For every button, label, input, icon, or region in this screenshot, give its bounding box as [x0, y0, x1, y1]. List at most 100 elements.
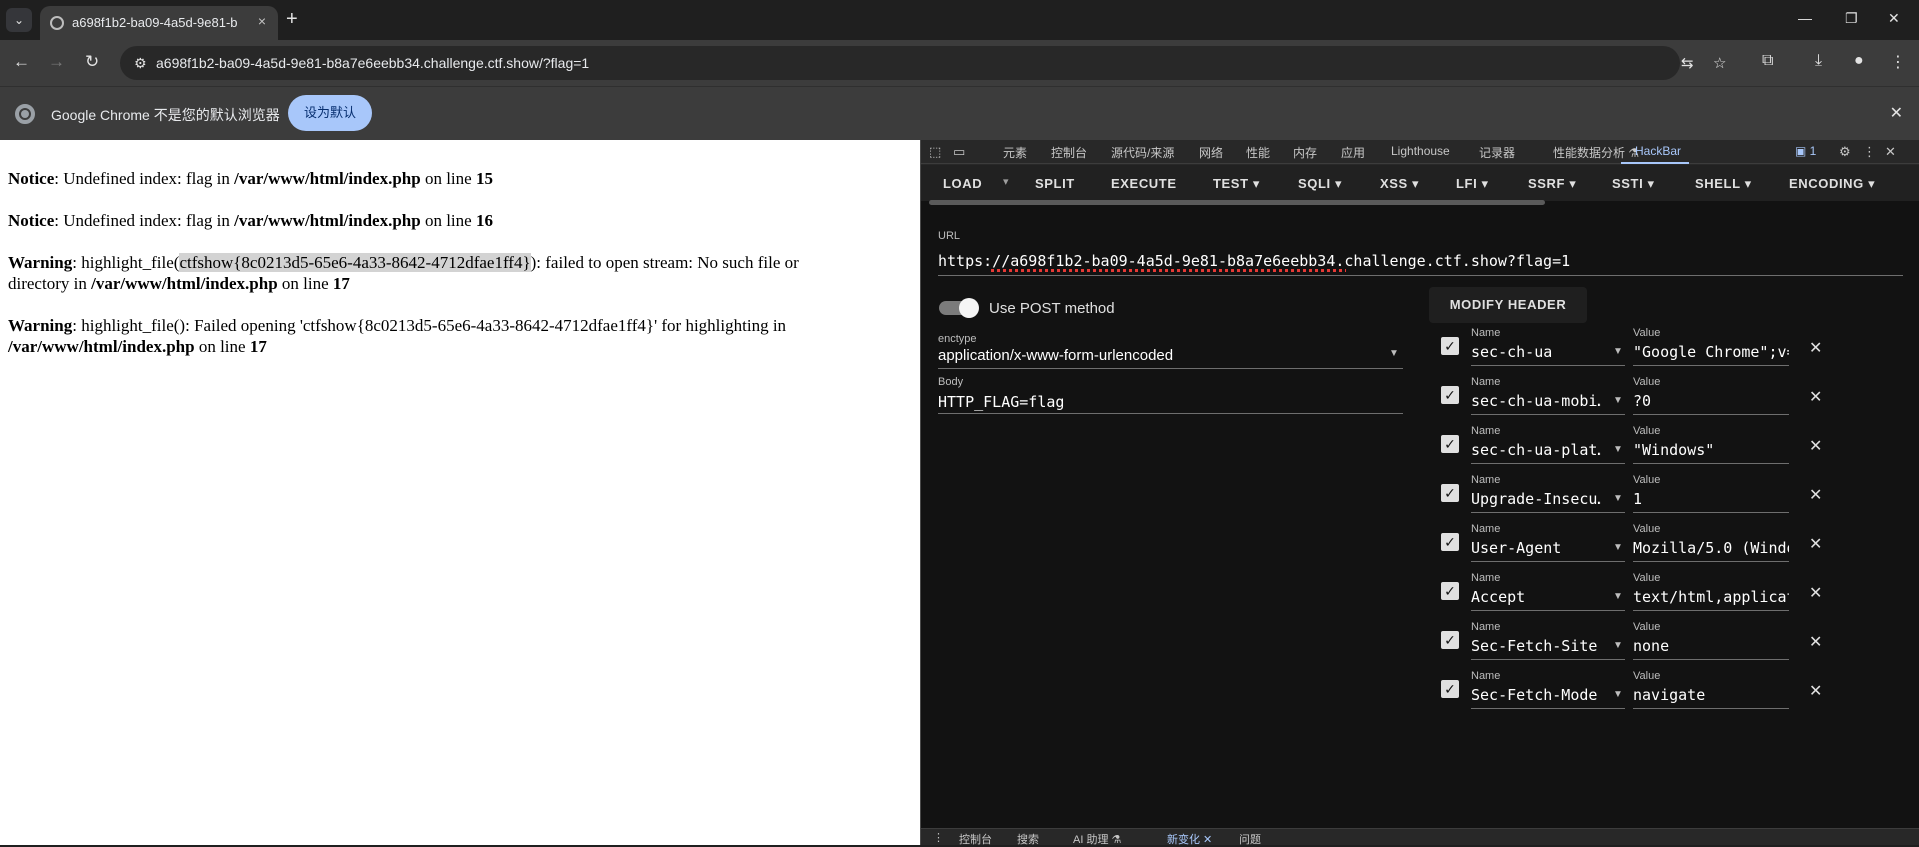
- header-dropdown-icon[interactable]: ▼: [1613, 346, 1623, 357]
- header-checkbox[interactable]: ✓: [1441, 435, 1459, 453]
- post-method-toggle-knob[interactable]: [959, 298, 979, 318]
- xss-menu[interactable]: XSS ▾: [1380, 176, 1419, 192]
- header-dropdown-icon[interactable]: ▼: [1613, 395, 1623, 406]
- sqli-menu[interactable]: SQLI ▾: [1298, 176, 1342, 192]
- header-name-select[interactable]: sec-ch-ua-plat…: [1471, 441, 1601, 459]
- header-dropdown-icon[interactable]: ▼: [1613, 493, 1623, 504]
- infobar-close-icon[interactable]: ✕: [1890, 103, 1903, 123]
- device-toolbar-icon[interactable]: ▭: [953, 144, 965, 160]
- issues-badge[interactable]: ▣ 1: [1795, 144, 1816, 158]
- url-input[interactable]: https://a698f1b2-ba09-4a5d-9e81-b8a7e6ee…: [938, 252, 1570, 270]
- header-checkbox[interactable]: ✓: [1441, 337, 1459, 355]
- devtools-close-icon[interactable]: ✕: [1885, 144, 1896, 160]
- translate-icon[interactable]: ⇆: [1681, 54, 1694, 72]
- remove-header-icon[interactable]: ✕: [1809, 583, 1822, 603]
- header-value-input[interactable]: text/html,applicatio: [1633, 588, 1789, 606]
- header-checkbox[interactable]: ✓: [1441, 631, 1459, 649]
- address-bar[interactable]: ⚙ a698f1b2-ba09-4a5d-9e81-b8a7e6eebb34.c…: [120, 46, 1726, 80]
- header-name-select[interactable]: sec-ch-ua-mobi…: [1471, 392, 1601, 410]
- header-dropdown-icon[interactable]: ▼: [1613, 591, 1623, 602]
- bookmark-star-icon[interactable]: ☆: [1713, 54, 1726, 72]
- remove-header-icon[interactable]: ✕: [1809, 534, 1822, 554]
- tab-elements[interactable]: 元素: [1003, 144, 1027, 161]
- header-value-input[interactable]: 1: [1633, 490, 1789, 508]
- back-icon[interactable]: ←: [13, 52, 30, 72]
- enctype-select[interactable]: application/x-www-form-urlencoded: [938, 347, 1173, 364]
- tab-network[interactable]: 网络: [1199, 144, 1223, 161]
- header-name-select[interactable]: Sec-Fetch-Mode: [1471, 686, 1601, 704]
- tab-application[interactable]: 应用: [1341, 144, 1365, 161]
- remove-header-icon[interactable]: ✕: [1809, 338, 1822, 358]
- header-name-select[interactable]: sec-ch-ua: [1471, 343, 1601, 361]
- address-url[interactable]: a698f1b2-ba09-4a5d-9e81-b8a7e6eebb34.cha…: [156, 55, 589, 71]
- execute-button[interactable]: EXECUTE: [1111, 176, 1177, 191]
- browser-tab[interactable]: a698f1b2-ba09-4a5d-9e81-b ×: [40, 6, 278, 40]
- remove-header-icon[interactable]: ✕: [1809, 387, 1822, 407]
- menu-scrollbar[interactable]: [929, 200, 1545, 205]
- download-icon[interactable]: ⤓: [1815, 52, 1822, 70]
- header-value-input[interactable]: navigate: [1633, 686, 1789, 704]
- remove-header-icon[interactable]: ✕: [1809, 632, 1822, 652]
- modify-header-button[interactable]: MODIFY HEADER: [1429, 287, 1587, 323]
- header-name-select[interactable]: Accept: [1471, 588, 1601, 606]
- load-dropdown-icon[interactable]: ▾: [1003, 175, 1009, 188]
- remove-header-icon[interactable]: ✕: [1809, 485, 1822, 505]
- ssti-menu[interactable]: SSTI ▾: [1612, 176, 1655, 192]
- tab-recorder[interactable]: 记录器: [1479, 144, 1515, 161]
- tab-close-icon[interactable]: ×: [258, 13, 266, 29]
- header-dropdown-icon[interactable]: ▼: [1613, 444, 1623, 455]
- devtools-more-icon[interactable]: ⋮: [1863, 144, 1876, 160]
- remove-header-icon[interactable]: ✕: [1809, 681, 1822, 701]
- header-name-select[interactable]: Upgrade-Insecu…: [1471, 490, 1601, 508]
- tab-lighthouse[interactable]: Lighthouse: [1391, 144, 1450, 158]
- header-name-select[interactable]: Sec-Fetch-Site: [1471, 637, 1601, 655]
- new-tab-icon[interactable]: +: [286, 8, 298, 30]
- extensions-icon[interactable]: ⧉: [1762, 52, 1773, 70]
- selected-flag[interactable]: ctfshow{8c0213d5-65e6-4a33-8642-4712dfae…: [179, 253, 531, 272]
- header-checkbox[interactable]: ✓: [1441, 386, 1459, 404]
- header-value-input[interactable]: ?0: [1633, 392, 1789, 410]
- site-info-icon[interactable]: ⚙: [134, 55, 147, 72]
- tab-sources[interactable]: 源代码/来源: [1111, 144, 1174, 161]
- header-dropdown-icon[interactable]: ▼: [1613, 689, 1623, 700]
- load-button[interactable]: LOAD: [943, 176, 982, 191]
- header-checkbox[interactable]: ✓: [1441, 680, 1459, 698]
- body-input[interactable]: HTTP_FLAG=flag: [938, 393, 1064, 411]
- enctype-dropdown-icon[interactable]: ▼: [1389, 348, 1399, 359]
- header-checkbox[interactable]: ✓: [1441, 484, 1459, 502]
- header-value-input[interactable]: Mozilla/5.0 (Windows: [1633, 539, 1789, 557]
- header-checkbox[interactable]: ✓: [1441, 582, 1459, 600]
- encoding-menu[interactable]: ENCODING ▾: [1789, 176, 1875, 192]
- remove-header-icon[interactable]: ✕: [1809, 436, 1822, 456]
- header-dropdown-icon[interactable]: ▼: [1613, 640, 1623, 651]
- header-value-input[interactable]: none: [1633, 637, 1789, 655]
- reload-icon[interactable]: ↻: [85, 52, 99, 72]
- devtools-settings-icon[interactable]: ⚙: [1839, 144, 1851, 160]
- header-value-input[interactable]: "Windows": [1633, 441, 1789, 459]
- tab-console[interactable]: 控制台: [1051, 144, 1087, 161]
- test-menu[interactable]: TEST ▾: [1213, 176, 1260, 192]
- ssrf-menu[interactable]: SSRF ▾: [1528, 176, 1576, 192]
- header-dropdown-icon[interactable]: ▼: [1613, 542, 1623, 553]
- header-name-select[interactable]: User-Agent: [1471, 539, 1601, 557]
- window-close-icon[interactable]: ✕: [1888, 10, 1900, 27]
- tab-hackbar[interactable]: HackBar: [1635, 144, 1681, 158]
- chrome-menu-icon[interactable]: ⋮: [1890, 52, 1906, 72]
- lfi-menu[interactable]: LFI ▾: [1456, 176, 1489, 192]
- profile-icon[interactable]: ●: [1854, 52, 1864, 70]
- shell-menu[interactable]: SHELL ▾: [1695, 176, 1752, 192]
- split-button[interactable]: SPLIT: [1035, 176, 1075, 191]
- drawer-menu-icon[interactable]: ⋮: [933, 831, 944, 844]
- tab-search-chevron-icon[interactable]: ⌄: [6, 8, 32, 32]
- header-checkbox[interactable]: ✓: [1441, 533, 1459, 551]
- set-default-button[interactable]: 设为默认: [288, 95, 372, 131]
- page-content: Notice: Undefined index: flag in /var/ww…: [0, 140, 920, 845]
- header-value-input[interactable]: "Google Chrome";v="1: [1633, 343, 1789, 361]
- inspect-element-icon[interactable]: ⬚: [929, 144, 941, 160]
- minimize-icon[interactable]: —: [1798, 10, 1812, 26]
- forward-icon[interactable]: →: [48, 52, 65, 72]
- tab-memory[interactable]: 内存: [1293, 144, 1317, 161]
- restore-icon[interactable]: ❐: [1845, 10, 1858, 27]
- tab-performance-insights[interactable]: 性能数据分析 ⚗: [1553, 144, 1639, 161]
- tab-performance[interactable]: 性能: [1246, 144, 1270, 161]
